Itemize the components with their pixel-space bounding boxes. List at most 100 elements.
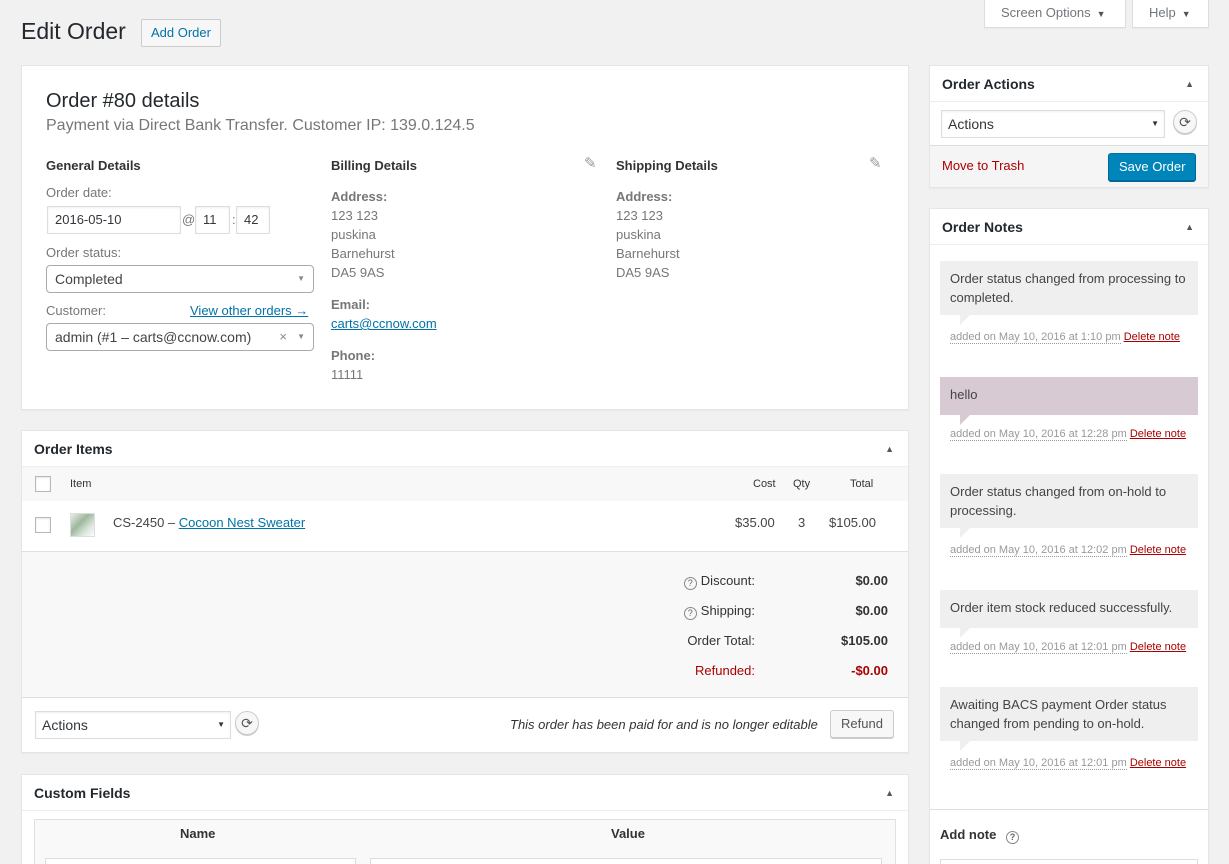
add-note-textarea[interactable] [940,859,1198,864]
col-name: Name [180,826,216,841]
caret-down-icon: ▼ [1181,9,1191,19]
billing-details-heading: Billing Details [331,158,417,173]
custom-field-name-input[interactable] [45,858,356,864]
order-total-value: $105.00 [841,633,888,648]
billing-phone: Phone: 11111 [331,346,375,384]
note-item: Order status changed from processing to … [940,261,1198,325]
delete-note-link[interactable]: Delete note [1124,331,1180,343]
note-meta: added on May 10, 2016 at 12:28 pm Delete… [950,426,1190,442]
billing-email-link[interactable]: carts@ccnow.com [331,316,437,331]
billing-email-label: Email: [331,297,371,312]
collapse-arrow-icon[interactable]: ▲ [885,431,894,467]
col-cost: Cost [753,478,776,490]
help-icon[interactable]: ? [1005,831,1019,844]
caret-down-icon: ▼ [1096,9,1106,19]
order-date-input[interactable]: 2016-05-10 [47,206,181,234]
order-status-value: Completed [55,271,123,287]
collapse-arrow-icon[interactable]: ▲ [1185,66,1194,102]
order-total-label: Order Total: [687,633,755,648]
note-meta: added on May 10, 2016 at 1:10 pm Delete … [950,329,1190,345]
edit-shipping-pencil-icon[interactable]: ✎ [869,154,882,172]
billing-address-line: DA5 9AS [331,265,385,280]
shipping-address-label: Address: [616,189,673,204]
billing-address: Address: 123 123 puskina Barnehurst DA5 … [331,187,581,282]
apply-action-icon[interactable]: ⟳ [1173,110,1197,134]
col-item: Item [70,478,92,490]
help-button[interactable]: Help ▼ [1132,0,1209,28]
order-hour-input[interactable]: 11 [195,206,230,234]
billing-address-line: puskina [331,227,376,242]
select-all-checkbox[interactable] [35,476,51,492]
shipping-address: Address: 123 123 puskina Barnehurst DA5 … [616,187,866,282]
item-name-link[interactable]: Cocoon Nest Sweater [179,515,305,530]
product-thumbnail [70,513,95,537]
view-other-orders-link[interactable]: View other orders → [190,303,308,318]
order-status-label: Order status: [46,245,122,260]
order-actions-value: Actions [948,116,994,132]
note-item: hello [940,377,1198,425]
delete-note-link[interactable]: Delete note [1130,757,1186,769]
refunded-value: -$0.00 [851,663,888,678]
save-order-button[interactable]: Save Order [1108,153,1197,181]
note-meta: added on May 10, 2016 at 12:02 pm Delete… [950,542,1190,558]
dropdown-arrow-icon: ▼ [297,274,305,283]
custom-fields-title: Custom Fields [34,785,131,801]
order-subtitle: Payment via Direct Bank Transfer. Custom… [46,117,475,134]
order-minute-input[interactable]: 42 [236,206,270,234]
edit-billing-pencil-icon[interactable]: ✎ [584,154,597,172]
add-note-label: Add note ? [940,827,1023,844]
add-order-button[interactable]: Add Order [141,19,221,47]
shipping-address-line: puskina [616,227,661,242]
order-actions-header[interactable]: Order Actions ▲ [930,66,1208,102]
customer-label: Customer: [46,303,106,318]
billing-phone-value: 11111 [331,367,364,382]
shipping-address-line: Barnehurst [616,246,680,261]
note-meta: added on May 10, 2016 at 12:01 pm Delete… [950,639,1190,655]
help-icon[interactable]: ? [683,607,697,620]
row-checkbox[interactable] [35,517,51,533]
note-timestamp: added on May 10, 2016 at 12:02 pm [950,544,1127,557]
order-status-select[interactable]: Completed ▼ [46,265,314,293]
collapse-arrow-icon[interactable]: ▲ [1185,209,1194,245]
delete-note-link[interactable]: Delete note [1130,544,1186,556]
discount-label: ? Discount: [595,573,755,590]
order-actions-select[interactable]: Actions ▼ [941,110,1165,138]
note-item: Order status changed from on-hold to pro… [940,474,1198,538]
order-actions-footer: Move to Trash Save Order [930,145,1208,187]
notes-divider [930,809,1208,810]
item-qty: 3 [798,515,806,530]
refresh-icon[interactable]: ⟳ [235,711,259,735]
order-actions-panel: Order Actions ▲ Actions ▼ ⟳ Move to Trash … [929,65,1209,188]
custom-field-value-input[interactable] [370,858,882,864]
delete-note-link[interactable]: Delete note [1130,641,1186,653]
billing-address-line: 123 123 [331,208,378,223]
customer-select[interactable]: admin (#1 – carts@ccnow.com) × ▼ [46,323,314,351]
delete-note-link[interactable]: Delete note [1130,428,1186,440]
help-icon[interactable]: ? [683,577,697,590]
order-notes-panel: Order Notes ▲ Order status changed from p… [929,208,1209,864]
note-item: Awaiting BACS payment Order status chang… [940,687,1198,751]
note-timestamp: added on May 10, 2016 at 12:28 pm [950,428,1127,441]
refund-button[interactable]: Refund [830,710,894,738]
screen-options-label: Screen Options [1001,5,1091,20]
note-timestamp: added on May 10, 2016 at 12:01 pm [950,757,1127,770]
order-items-header[interactable]: Order Items ▲ [22,431,908,467]
item-sku: CS-2450 – [113,515,179,530]
discount-value: $0.00 [855,573,888,588]
customer-value: admin (#1 – carts@ccnow.com) [55,329,252,345]
dropdown-arrow-icon: ▼ [217,720,225,729]
item-total: $105.00 [829,515,876,530]
clear-icon[interactable]: × [279,324,287,350]
table-row: CS-2450 – Cocoon Nest Sweater $35.00 3 $… [22,501,908,551]
order-notes-header[interactable]: Order Notes ▲ [930,209,1208,245]
items-actions-value: Actions [42,717,88,733]
note-meta: added on May 10, 2016 at 12:01 pm Delete… [950,755,1190,771]
items-actions-select[interactable]: Actions ▼ [35,711,231,739]
custom-fields-header[interactable]: Custom Fields ▲ [22,775,908,811]
order-details-panel: Order #80 details Payment via Direct Ban… [21,65,909,410]
collapse-arrow-icon[interactable]: ▲ [885,775,894,811]
move-to-trash-link[interactable]: Move to Trash [942,158,1024,173]
item-cost: $35.00 [735,515,775,530]
screen-options-button[interactable]: Screen Options ▼ [984,0,1126,28]
billing-phone-label: Phone: [331,348,376,363]
